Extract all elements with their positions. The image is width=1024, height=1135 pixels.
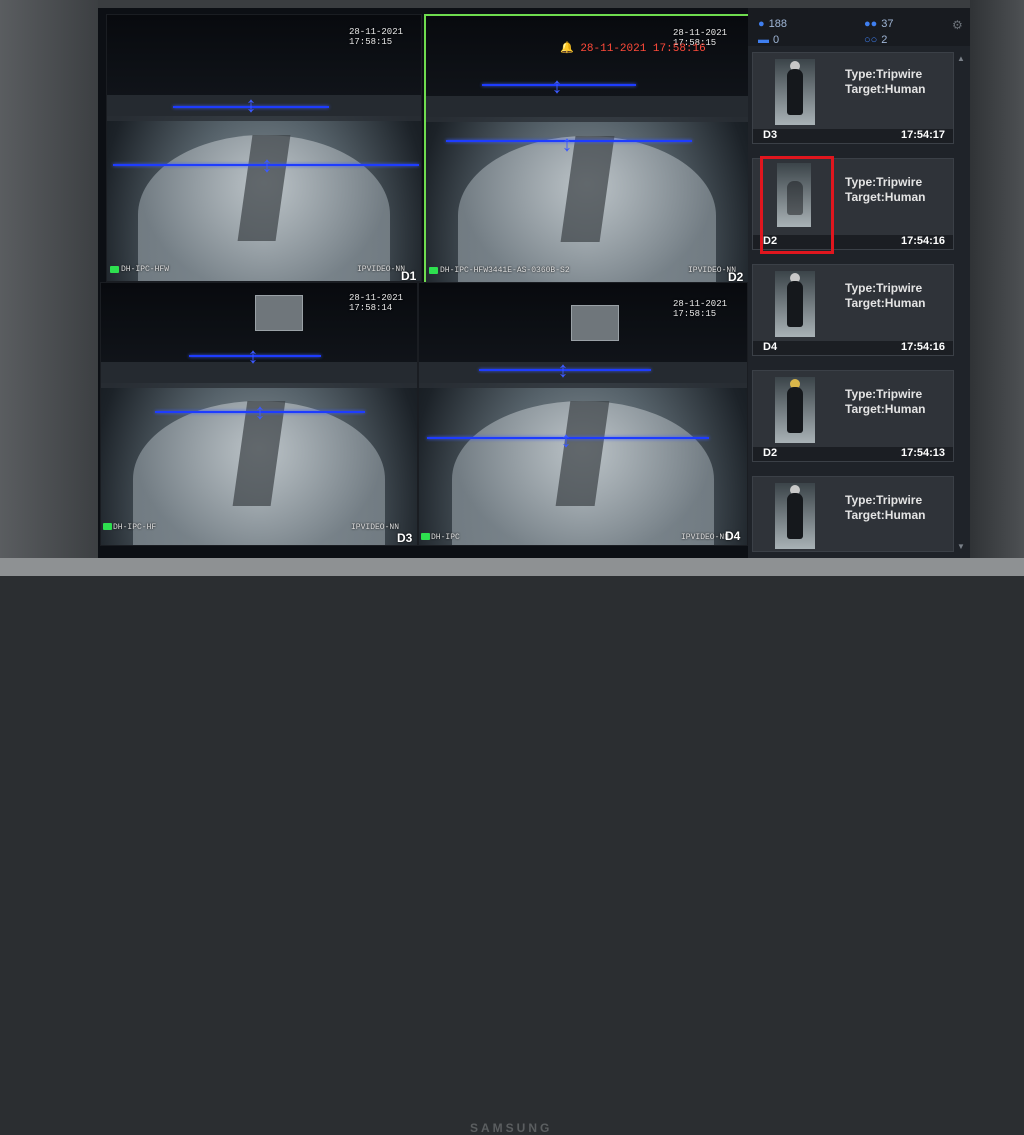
camera-id-label: D3 (397, 531, 413, 545)
camera-view-d1[interactable]: ↕ ↕ 28-11-2021 17:58:15 DH-IPC-HFW IPVID… (106, 14, 422, 282)
tripwire-direction-icon: ↕ (245, 92, 257, 117)
camera-scene-fence (426, 95, 748, 123)
tripwire-direction-icon: ↕ (247, 343, 259, 368)
camera-site-overlay: IPVIDEO-NN (681, 533, 730, 542)
alarm-bell-icon: 🔔 (560, 43, 574, 55)
event-target: Target:Human (845, 82, 926, 96)
event-type: Type:Tripwire (845, 175, 923, 189)
event-type: Type:Tripwire (845, 387, 923, 401)
tripwire-direction-icon: ↕ (560, 427, 572, 452)
highlight-box (760, 156, 834, 254)
car-icon: ▬ (758, 34, 769, 46)
camera-view-d2[interactable]: ↕ ↕ 28-11-2021 17:58:15 🔔 28-11-2021 17:… (424, 14, 750, 284)
event-target: Target:Human (845, 190, 926, 204)
event-time: 17:54:17 (900, 129, 945, 141)
event-footer: D2 17:54:13 (753, 447, 953, 461)
event-card[interactable]: Type:Tripwire Target:Human (752, 476, 954, 552)
event-thumbnail (775, 59, 815, 125)
event-type: Type:Tripwire (845, 281, 923, 295)
camera-name-overlay: DH-IPC-HFW3441E-AS-0360B-S2 (440, 266, 570, 275)
tripwire-direction-icon: ↕ (551, 73, 563, 98)
stat-vehicles: ▬ 0 (758, 34, 779, 46)
event-card[interactable]: Type:Tripwire Target:Human D3 17:54:17 (752, 52, 954, 144)
event-type: Type:Tripwire (845, 493, 923, 507)
event-thumbnail (775, 483, 815, 549)
event-target: Target:Human (845, 402, 926, 416)
camera-timestamp: 28-11-2021 17:58:15 (349, 27, 404, 47)
camera-timestamp: 28-11-2021 17:58:15 (673, 299, 728, 319)
camera-site-overlay: IPVIDEO-NN (351, 523, 400, 532)
scroll-down-icon[interactable]: ▼ (957, 542, 965, 551)
camera-view-d4[interactable]: ↕ ↕ 28-11-2021 17:58:15 DH-IPC IPVIDEO-N… (418, 282, 748, 546)
camera-site-overlay: IPVIDEO-NN (357, 265, 406, 274)
event-card[interactable]: Type:Tripwire Target:Human D2 17:54:13 (752, 370, 954, 462)
event-time: 17:54:16 (900, 341, 945, 353)
event-channel: D3 (763, 129, 778, 141)
recording-icon (429, 267, 438, 274)
tripwire-direction-icon: ↕ (557, 357, 569, 382)
stat-humans-count: 188 (768, 18, 788, 30)
bicycle-icon: ○○ (864, 34, 878, 46)
monitor-brand: SAMSUNG (470, 1121, 553, 1135)
monitor-bezel-left (0, 0, 98, 576)
nvr-screen: ↕ ↕ 28-11-2021 17:58:15 DH-IPC-HFW IPVID… (98, 8, 970, 558)
camera-alarm-timestamp: 28-11-2021 17:58:16 (580, 43, 706, 55)
camera-name-overlay: DH-IPC-HFW (121, 265, 170, 274)
stat-people-group: ●● 37 (864, 18, 894, 30)
event-type: Type:Tripwire (845, 67, 923, 81)
event-channel: D4 (763, 341, 778, 353)
stats-bar: ● 188 ▬ 0 ●● 37 ○○ 2 ⚙ (748, 8, 970, 46)
camera-scene-fence (419, 361, 747, 388)
settings-icon[interactable]: ⚙ (952, 18, 963, 32)
camera-scene-house (571, 305, 619, 341)
camera-scene-house (255, 295, 303, 331)
camera-name-overlay: DH-IPC (431, 533, 460, 542)
camera-view-d3[interactable]: ↕ ↕ 28-11-2021 17:58:14 DH-IPC-HF IPVIDE… (100, 282, 418, 546)
stat-vehicles-count: 0 (773, 34, 780, 46)
monitor-bezel-right (970, 0, 1024, 576)
event-time: 17:54:16 (900, 235, 945, 247)
event-card[interactable]: Type:Tripwire Target:Human D4 17:54:16 (752, 264, 954, 356)
stat-humans: ● 188 (758, 18, 787, 30)
camera-scene-fence (107, 94, 421, 122)
camera-alarm-time: 🔔 28-11-2021 17:58:16 (560, 41, 706, 55)
stat-bikes: ○○ 2 (864, 34, 887, 46)
recording-icon (103, 523, 112, 530)
tripwire-direction-icon: ↕ (561, 131, 573, 156)
camera-id-label: D4 (725, 529, 741, 543)
people-icon: ●● (864, 18, 878, 30)
event-channel: D2 (763, 447, 778, 459)
camera-id-label: D1 (401, 269, 417, 282)
event-panel: ● 188 ▬ 0 ●● 37 ○○ 2 ⚙ ▲ Type:Tripwire Targe… (748, 8, 970, 558)
tripwire-direction-icon: ↕ (254, 399, 266, 424)
event-thumbnail (775, 377, 815, 443)
event-footer: D4 17:54:16 (753, 341, 953, 355)
stat-bikes-count: 2 (881, 34, 888, 46)
scroll-up-icon[interactable]: ▲ (957, 54, 965, 63)
event-target: Target:Human (845, 296, 926, 310)
event-target: Target:Human (845, 508, 926, 522)
recording-icon (110, 266, 119, 273)
person-icon: ● (758, 18, 765, 30)
event-time: 17:54:13 (900, 447, 945, 459)
camera-timestamp: 28-11-2021 17:58:14 (349, 293, 404, 313)
camera-name-overlay: DH-IPC-HF (113, 523, 157, 532)
monitor-bezel-bottom: SAMSUNG (0, 558, 1024, 1135)
tripwire-direction-icon: ↕ (261, 152, 273, 177)
stat-people-group-count: 37 (881, 18, 894, 30)
recording-icon (421, 533, 430, 540)
event-thumbnail (775, 271, 815, 337)
event-footer: D3 17:54:17 (753, 129, 953, 143)
